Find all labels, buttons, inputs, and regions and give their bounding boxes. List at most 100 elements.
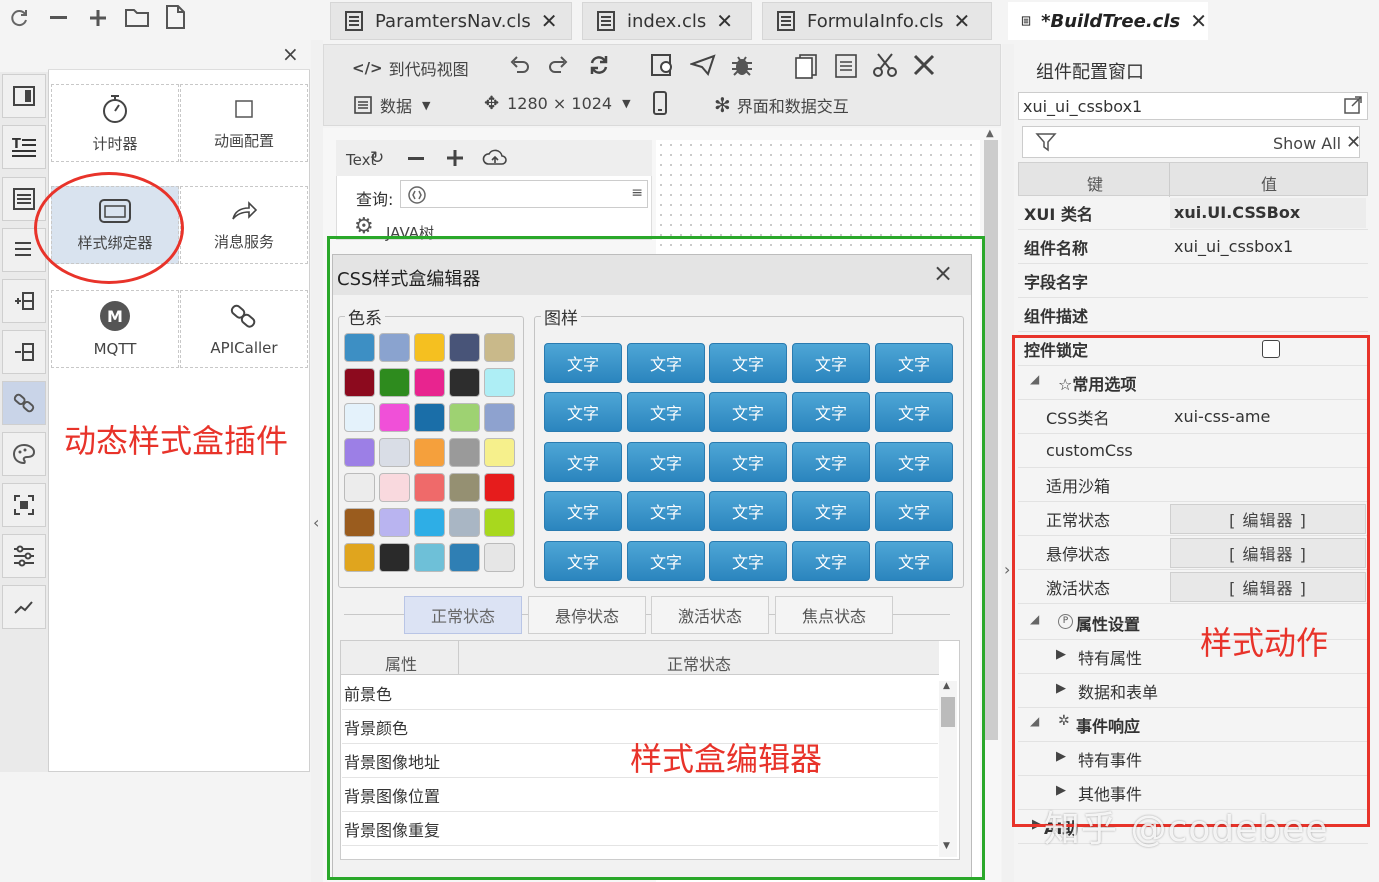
scroll-up-icon[interactable]: ▲ — [986, 128, 994, 139]
minus-icon[interactable] — [408, 157, 424, 160]
top-left-toolbar — [0, 0, 312, 40]
plus-icon[interactable] — [446, 149, 464, 167]
copy-icon[interactable] — [794, 53, 818, 79]
redo-icon[interactable] — [548, 54, 570, 74]
config-row-description[interactable]: 组件描述 — [1018, 298, 1368, 332]
watermark: 知乎 @codebee — [1044, 809, 1329, 850]
document-icon — [597, 11, 615, 31]
undo-icon[interactable] — [508, 54, 530, 74]
palette-item-label: APICaller — [210, 339, 278, 357]
tab-buildtree[interactable]: *BuildTree.cls ✕ — [1008, 2, 1208, 40]
bug-icon[interactable] — [730, 53, 754, 77]
annotation-plugin: 动态样式盒插件 — [64, 422, 289, 460]
tab-formulainfo[interactable]: FormulaInfo.cls ✕ — [762, 2, 992, 40]
close-icon[interactable]: ✕ — [716, 9, 733, 33]
config-key: XUI 类名 — [1024, 204, 1093, 224]
text-format-icon[interactable]: T — [2, 125, 46, 169]
move-icon: ✥ — [484, 93, 500, 114]
filter-icon[interactable] — [1035, 132, 1057, 152]
palette-item-apicaller[interactable]: APICaller — [180, 290, 308, 368]
palette-item-message-service[interactable]: 消息服务 — [180, 186, 308, 264]
tab-label: FormulaInfo.cls — [807, 10, 944, 32]
capture-icon[interactable] — [2, 483, 46, 527]
palette-item-label: 计时器 — [92, 134, 138, 153]
component-id-input[interactable]: xui_ui_cssbox1 — [1018, 92, 1368, 120]
palette-item-animation[interactable]: 动画配置 — [180, 84, 308, 162]
config-row-xui-class: XUI 类名 xui.UI.CSSBox — [1018, 196, 1368, 230]
plus-icon[interactable] — [88, 8, 108, 28]
code-icon: </> — [352, 59, 383, 77]
external-link-icon[interactable] — [1343, 95, 1363, 115]
tab-index[interactable]: index.cls ✕ — [582, 2, 752, 40]
collapse-left-icon[interactable]: ‹ — [313, 513, 319, 532]
mobile-icon[interactable] — [652, 90, 668, 116]
palette-item-mqtt[interactable]: M MQTT — [51, 290, 179, 368]
query-input[interactable]: ≡ — [400, 180, 648, 208]
data-label: 数据 — [380, 97, 413, 116]
share-icon — [232, 200, 258, 220]
config-value[interactable]: xui_ui_cssbox1 — [1174, 237, 1293, 256]
close-icon[interactable]: ✕ — [954, 9, 971, 33]
refresh-icon[interactable] — [10, 8, 30, 28]
collapse-right-icon[interactable]: › — [1004, 560, 1010, 579]
col-key: 键 — [1087, 175, 1104, 194]
caret-down-icon: ▼ — [422, 98, 431, 112]
trend-icon[interactable] — [2, 585, 46, 629]
mqtt-icon: M — [100, 301, 130, 331]
send-icon[interactable] — [690, 54, 716, 76]
folder-icon[interactable] — [124, 6, 150, 28]
layout-panel-icon[interactable] — [2, 74, 46, 118]
data-dropdown[interactable]: 数据 ▼ — [354, 93, 430, 117]
delete-icon[interactable] — [912, 54, 936, 76]
cut-icon[interactable] — [872, 52, 898, 78]
preview-icon[interactable] — [650, 53, 676, 77]
tab-label: ParamtersNav.cls — [375, 10, 531, 32]
config-key: 组件名称 — [1024, 238, 1089, 258]
tree-insert-icon[interactable] — [2, 330, 46, 374]
link-icon — [230, 304, 256, 328]
code-view-button[interactable]: </> 到代码视图 — [352, 56, 469, 80]
close-icon[interactable]: ✕ — [541, 9, 558, 33]
palette-icon[interactable] — [2, 432, 46, 476]
annotation-editor: 样式盒编辑器 — [630, 740, 823, 778]
code-view-label: 到代码视图 — [388, 60, 469, 79]
show-all-button[interactable]: Show All — [1273, 134, 1341, 153]
interaction-button[interactable]: ✻ 界面和数据交互 — [714, 93, 849, 117]
refresh-icon[interactable]: ↻ — [370, 148, 384, 168]
config-panel-title: 组件配置窗口 — [1036, 62, 1144, 83]
tree-toolbar: Text ↻ — [336, 140, 652, 176]
splitter-left[interactable] — [311, 40, 323, 882]
form-icon — [354, 96, 372, 114]
paste-icon[interactable] — [834, 52, 858, 78]
query-label: 查询: — [356, 190, 394, 209]
cloud-upload-icon[interactable] — [482, 148, 508, 168]
palette-item-timer[interactable]: 计时器 — [51, 84, 179, 162]
sliders-icon[interactable] — [2, 534, 46, 578]
close-icon[interactable]: ✕ — [1190, 9, 1207, 33]
resolution-label: 1280 × 1024 — [507, 94, 613, 113]
document-icon — [1021, 16, 1031, 26]
config-row-component-name[interactable]: 组件名称 xui_ui_cssbox1 — [1018, 230, 1368, 264]
col-val: 值 — [1261, 175, 1278, 194]
minus-icon[interactable] — [50, 16, 67, 19]
menu-icon[interactable]: ≡ — [631, 185, 643, 201]
tree-add-icon[interactable] — [2, 279, 46, 323]
palette-close-icon[interactable]: × — [282, 42, 299, 66]
annotation-action: 样式动作 — [1200, 624, 1329, 662]
link-icon[interactable] — [2, 381, 46, 425]
resolution-dropdown[interactable]: ✥ 1280 × 1024 ▼ — [484, 93, 631, 114]
config-key: 组件描述 — [1024, 306, 1089, 326]
annotation-circle — [34, 172, 184, 284]
gears-icon: ✻ — [714, 93, 731, 117]
sync-icon[interactable] — [588, 54, 610, 76]
filter-clear-icon[interactable]: ✕ — [1346, 132, 1361, 153]
config-table-header: 键 值 — [1018, 162, 1368, 197]
filter-bar[interactable]: Show All — [1022, 126, 1360, 158]
tab-paramtersnav[interactable]: ParamtersNav.cls ✕ — [330, 2, 572, 40]
canvas-scrollbar[interactable] — [984, 140, 998, 740]
palette-item-label: 消息服务 — [213, 232, 274, 251]
config-row-field-name[interactable]: 字段名字 — [1018, 264, 1368, 298]
document-icon — [777, 11, 795, 31]
actions-highlight-box — [1012, 335, 1370, 827]
file-icon[interactable] — [164, 4, 186, 30]
